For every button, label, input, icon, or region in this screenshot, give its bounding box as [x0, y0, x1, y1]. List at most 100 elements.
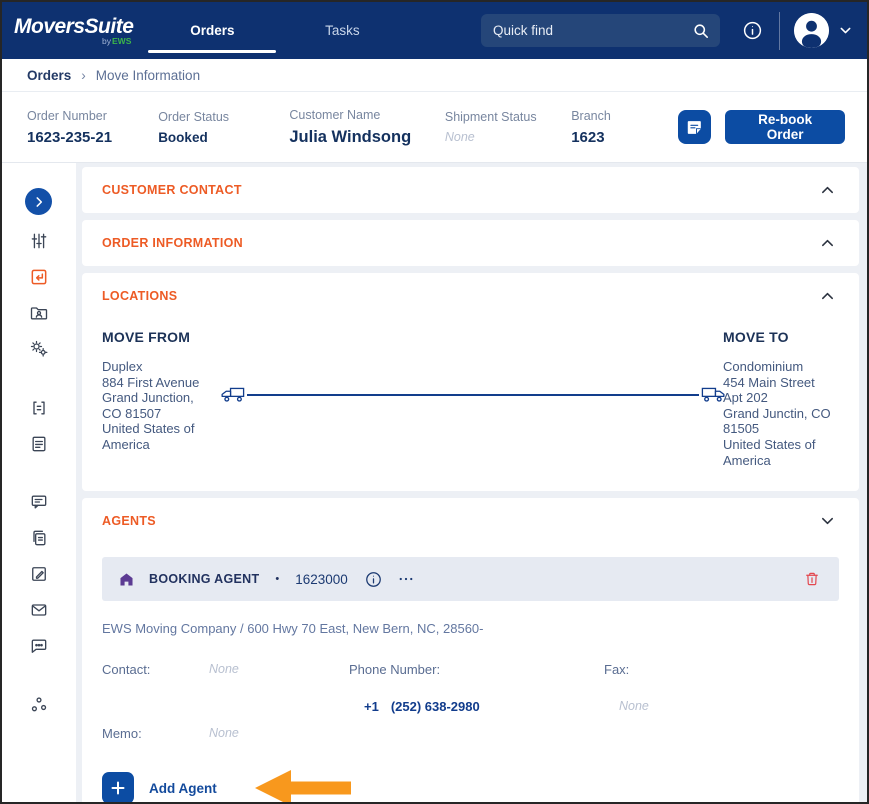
order-number-field: Order Number 1623-235-21 — [27, 109, 158, 146]
add-agent-row: Add Agent — [102, 767, 839, 804]
tab-tasks[interactable]: Tasks — [277, 2, 407, 59]
truck-origin-icon — [217, 385, 245, 404]
moverssuite-window: MoversSuite byEWS Orders Tasks — [0, 0, 869, 804]
expand-caret-icon[interactable] — [820, 515, 835, 527]
clipboard-edit-icon[interactable] — [28, 563, 50, 585]
left-icon-rail — [2, 163, 76, 802]
tune-icon[interactable] — [28, 230, 50, 252]
phone-value: +1(252) 638-2980 — [349, 699, 604, 714]
agent-type-label: BOOKING AGENT — [149, 572, 259, 586]
add-agent-label[interactable]: Add Agent — [149, 781, 217, 796]
branch-field: Branch 1623 — [571, 109, 678, 146]
agents-section: AGENTS BOOKING AGENT • 1623000 — [82, 498, 859, 804]
breadcrumb-separator: › — [81, 68, 86, 83]
order-entry-icon[interactable] — [28, 266, 50, 288]
expand-sidebar-icon[interactable] — [25, 188, 52, 215]
fax-label: Fax: — [604, 662, 839, 677]
fax-value: None — [604, 699, 839, 713]
top-navbar: MoversSuite byEWS Orders Tasks — [2, 2, 867, 59]
chat-icon[interactable] — [28, 635, 50, 657]
memo-label: Memo: — [102, 726, 209, 741]
order-information-header[interactable]: ORDER INFORMATION — [82, 220, 859, 266]
page-content: CUSTOMER CONTACT ORDER INFORMATION LOCAT… — [2, 163, 867, 802]
phone-field: Phone Number: +1(252) 638-2980 — [349, 662, 604, 714]
mail-icon[interactable] — [28, 599, 50, 621]
tab-orders[interactable]: Orders — [147, 2, 277, 59]
branch-value: 1623 — [571, 129, 678, 146]
locations-body: MOVE FROM Duplex 884 First Avenue Grand … — [82, 319, 859, 491]
fax-field: Fax: None — [604, 662, 839, 714]
locations-section: LOCATIONS MOVE FROM Duplex 884 First Ave… — [82, 273, 859, 491]
move-to-address: Condominium 454 Main Street Apt 202 Gran… — [723, 359, 845, 468]
customer-name-value: Julia Windsong — [289, 128, 444, 147]
delete-agent-icon[interactable] — [803, 570, 821, 588]
order-summary-header: Order Number 1623-235-21 Order Status Bo… — [2, 92, 867, 163]
route-graphic — [217, 385, 729, 404]
order-notes-button[interactable] — [678, 110, 711, 144]
collapse-caret-icon[interactable] — [820, 290, 835, 302]
breadcrumb: Orders › Move Information — [2, 59, 867, 92]
address-line: Duplex — [102, 359, 247, 375]
locations-header[interactable]: LOCATIONS — [82, 273, 859, 319]
address-line: Grand Junctin, CO — [723, 406, 845, 422]
branch-label: Branch — [571, 109, 678, 123]
address-line: United States of — [102, 421, 247, 437]
agent-company-line: EWS Moving Company / 600 Hwy 70 East, Ne… — [102, 621, 839, 636]
message-monitor-icon[interactable] — [28, 491, 50, 513]
search-icon[interactable] — [692, 22, 710, 40]
quick-find-input[interactable] — [493, 23, 692, 38]
address-line: 454 Main Street — [723, 375, 845, 391]
phone-label: Phone Number: — [349, 662, 604, 677]
order-number-label: Order Number — [27, 109, 158, 123]
agent-info-icon[interactable] — [364, 570, 383, 589]
info-icon[interactable] — [742, 20, 763, 41]
contact-value: None — [209, 662, 239, 714]
agent-separator: • — [275, 573, 279, 585]
order-status-value: Booked — [158, 130, 289, 145]
plus-icon — [110, 780, 126, 796]
memo-value: None — [209, 726, 239, 741]
user-avatar[interactable] — [794, 13, 829, 48]
main-nav-tabs: Orders Tasks — [147, 2, 407, 59]
move-to-title: MOVE TO — [723, 329, 845, 345]
customer-name-field: Customer Name Julia Windsong — [289, 108, 444, 147]
move-to-block: MOVE TO Condominium 454 Main Street Apt … — [723, 329, 845, 468]
breadcrumb-current: Move Information — [96, 68, 200, 83]
customer-contact-title: CUSTOMER CONTACT — [102, 183, 242, 197]
logo-text: MoversSuite — [14, 15, 133, 38]
rebook-order-button[interactable]: Re-book Order — [725, 110, 845, 144]
collapse-caret-icon[interactable] — [820, 184, 835, 196]
agent-details: Contact: None Phone Number: +1(252) 638-… — [102, 662, 839, 714]
agent-id: 1623000 — [295, 572, 348, 587]
customer-contact-section: CUSTOMER CONTACT — [82, 167, 859, 213]
agent-home-icon — [118, 571, 135, 588]
navbar-divider — [779, 12, 780, 50]
address-line: Apt 202 — [723, 390, 845, 406]
moverssuite-logo: MoversSuite byEWS — [14, 16, 133, 46]
customer-folder-icon[interactable] — [28, 302, 50, 324]
booking-agent-row[interactable]: BOOKING AGENT • 1623000 — [102, 557, 839, 601]
shipment-status-value: None — [445, 130, 571, 144]
order-information-title: ORDER INFORMATION — [102, 236, 243, 250]
order-information-section: ORDER INFORMATION — [82, 220, 859, 266]
chevron-down-icon[interactable] — [838, 23, 853, 38]
shipment-status-label: Shipment Status — [445, 110, 571, 124]
agent-more-icon[interactable] — [397, 570, 415, 588]
move-from-address: Duplex 884 First Avenue Grand Junction, … — [102, 359, 247, 453]
settings-gears-icon[interactable] — [28, 338, 50, 360]
quick-find-box — [481, 14, 720, 47]
locations-title: LOCATIONS — [102, 289, 177, 303]
add-agent-button[interactable] — [102, 772, 134, 804]
order-status-label: Order Status — [158, 110, 289, 124]
contact-field: Contact: None — [102, 662, 349, 714]
share-icon[interactable] — [28, 694, 50, 716]
collapse-caret-icon[interactable] — [820, 237, 835, 249]
agents-header[interactable]: AGENTS — [102, 498, 839, 544]
navbar-right-group — [720, 12, 853, 50]
breadcrumb-orders-link[interactable]: Orders — [27, 68, 71, 83]
address-line: America — [102, 437, 247, 453]
task-list-icon[interactable] — [28, 397, 50, 419]
document-icon[interactable] — [28, 433, 50, 455]
customer-contact-header[interactable]: CUSTOMER CONTACT — [82, 167, 859, 213]
copy-icon[interactable] — [28, 527, 50, 549]
